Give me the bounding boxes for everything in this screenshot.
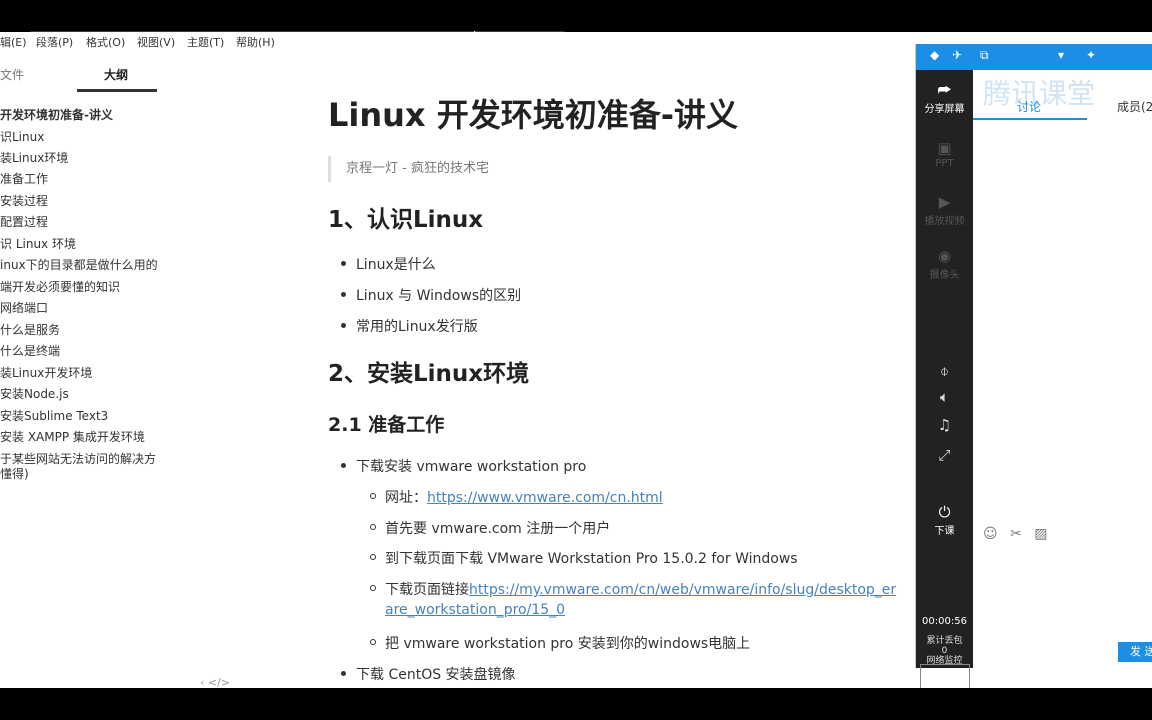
list-item: 到下载页面下载 VMware Workstation Pro 15.0.2 fo… xyxy=(370,548,798,568)
sub-bullet-icon xyxy=(370,493,376,499)
menu-view[interactable]: 视图(V) xyxy=(137,34,175,50)
heading-2: 2、安装Linux环境 xyxy=(328,361,530,387)
speaker-icon[interactable]: 🔈︎ xyxy=(916,388,973,406)
microphone-icon[interactable]: ⌽ xyxy=(916,362,973,380)
thumbtack-icon[interactable]: ✦ xyxy=(1086,48,1096,62)
outline-item[interactable]: 装Linux开发环境 xyxy=(0,364,92,381)
typora-window: 辑(E) 段落(P) 格式(O) 视图(V) 主题(T) 帮助(H) 文件 大纲… xyxy=(0,32,1152,688)
doc-title: Linux 开发环境初准备-讲义 xyxy=(328,96,738,134)
vmware-link[interactable]: https://www.vmware.com/cn.html xyxy=(427,490,663,506)
end-class-button[interactable]: ⏻ 下课 xyxy=(916,504,973,537)
list-item: Linux是什么 xyxy=(341,254,436,274)
class-timer: 00:00:56 xyxy=(922,616,967,627)
heading-1: 1、认识Linux xyxy=(328,207,484,233)
outline-item[interactable]: 懂得) xyxy=(0,465,29,482)
list-item: 下载页面链接https://my.vmware.com/cn/web/vmwar… xyxy=(370,579,896,599)
outline-item[interactable]: 开发环境初准备-讲义 xyxy=(0,106,113,123)
ppt-icon: ▣ xyxy=(937,139,952,157)
ppt-button[interactable]: ▣ PPT xyxy=(916,140,973,169)
play-icon: ▶ xyxy=(938,193,951,211)
heading-2-1: 2.1 准备工作 xyxy=(328,414,445,436)
chat-area: 腾讯课堂 讨论 成员(2 ☺ ✂ ▨ 发 送 xyxy=(973,70,1152,668)
scissors-icon[interactable]: ✂ xyxy=(1010,526,1022,542)
outline-item[interactable]: 什么是服务 xyxy=(0,321,60,338)
share-icon: ⮫ xyxy=(937,81,952,99)
tencent-classroom-panel: ◆ ✈ ⧉ ▾ ✦ ⮫ 分享屏幕 ▣ PPT ▶ 播放视频 ◉ 摄像头 ⌽ 🔈︎ ♫ ⤢ xyxy=(915,44,1152,688)
menu-theme[interactable]: 主题(T) xyxy=(187,34,224,50)
tab-discussion[interactable]: 讨论 xyxy=(1017,98,1041,115)
bullet-icon xyxy=(341,323,346,328)
list-item-continuation: are_workstation_pro/15_0 xyxy=(385,602,565,618)
share-screen-button[interactable]: ⮫ 分享屏幕 xyxy=(916,82,973,115)
list-item: Linux 与 Windows的区别 xyxy=(341,285,521,305)
outline-item[interactable]: 安装过程 xyxy=(0,192,48,209)
bullet-icon xyxy=(341,463,346,468)
list-item: 常用的Linux发行版 xyxy=(341,316,478,336)
pin-icon[interactable]: ◆ xyxy=(930,48,939,62)
network-monitor-box xyxy=(920,664,970,688)
menu-paragraph[interactable]: 段落(P) xyxy=(36,34,73,50)
tab-active-indicator xyxy=(77,89,157,92)
outline-item[interactable]: 安装Node.js xyxy=(0,385,69,402)
tab-outline[interactable]: 大纲 xyxy=(104,66,128,83)
packet-loss-value: 0 xyxy=(941,646,948,656)
control-rail: ⮫ 分享屏幕 ▣ PPT ▶ 播放视频 ◉ 摄像头 ⌽ 🔈︎ ♫ ⤢ ⏻ 下课 00:00… xyxy=(916,70,973,688)
screen-bottom-bar xyxy=(0,688,1152,720)
window-icon[interactable]: ⧉ xyxy=(980,48,989,63)
menu-edit[interactable]: 辑(E) xyxy=(0,34,27,50)
emoji-icon[interactable]: ☺ xyxy=(983,526,998,542)
sub-bullet-icon xyxy=(370,524,376,530)
packet-loss-label: 累计丢包 xyxy=(926,636,963,646)
outline-item[interactable]: 什么是终端 xyxy=(0,342,60,359)
outline-item[interactable]: 配置过程 xyxy=(0,213,48,230)
menu-help[interactable]: 帮助(H) xyxy=(236,34,275,50)
tab-files[interactable]: 文件 xyxy=(0,66,24,83)
bullet-icon xyxy=(341,292,346,297)
list-item: 下载安装 vmware workstation pro xyxy=(341,456,586,476)
fullscreen-icon[interactable]: ⤢ xyxy=(916,446,973,464)
download-link-continued[interactable]: are_workstation_pro/15_0 xyxy=(385,602,565,618)
sidebar-footer-nav[interactable]: ‹ </> xyxy=(200,676,230,688)
menu-format[interactable]: 格式(O) xyxy=(86,34,125,50)
tab-members[interactable]: 成员(2 xyxy=(1117,98,1152,115)
list-item: 把 vmware workstation pro 安装到你的windows电脑上 xyxy=(370,633,750,653)
power-icon: ⏻ xyxy=(938,503,951,521)
panel-toolbar: ◆ ✈ ⧉ ▾ ✦ xyxy=(916,44,1152,70)
doc-quote: 京程一灯 - 疯狂的技术宅 xyxy=(328,156,489,182)
outline-item[interactable]: 端开发必须要懂的知识 xyxy=(0,278,120,295)
outline-item[interactable]: inux下的目录都是做什么用的 xyxy=(0,256,158,273)
screen-top-bar xyxy=(0,0,1152,34)
bullet-icon xyxy=(341,671,346,676)
sub-bullet-icon xyxy=(370,585,376,591)
sub-bullet-icon xyxy=(370,639,376,645)
list-item: 下载 CentOS 安装盘镜像 xyxy=(341,664,516,684)
outline-item[interactable]: 安装 XAMPP 集成开发环境 xyxy=(0,428,145,445)
image-icon[interactable]: ▨ xyxy=(1034,526,1047,542)
list-item: 网址：https://www.vmware.com/cn.html xyxy=(370,487,663,507)
music-icon[interactable]: ♫ xyxy=(916,416,973,434)
bullet-icon xyxy=(341,261,346,266)
outline-item[interactable]: 装Linux环境 xyxy=(0,149,68,166)
outline-item[interactable]: 识 Linux 环境 xyxy=(0,235,76,252)
send-button[interactable]: 发 送 xyxy=(1118,642,1152,662)
chat-tab-indicator xyxy=(973,118,1087,120)
download-link[interactable]: https://my.vmware.com/cn/web/vmware/info… xyxy=(469,582,896,598)
plane-icon[interactable]: ✈ xyxy=(952,48,962,62)
outline-item[interactable]: 网络端口 xyxy=(0,299,48,316)
outline-item[interactable]: 识Linux xyxy=(0,128,44,145)
camera-icon: ◉ xyxy=(937,247,952,265)
list-item: 首先要 vmware.com 注册一个用户 xyxy=(370,518,610,538)
dropdown-icon[interactable]: ▾ xyxy=(1058,48,1064,62)
document-editor[interactable]: Linux 开发环境初准备-讲义 京程一灯 - 疯狂的技术宅 1、认识Linux… xyxy=(300,32,915,688)
sub-bullet-icon xyxy=(370,554,376,560)
chat-tools: ☺ ✂ ▨ xyxy=(983,526,1055,542)
camera-button[interactable]: ◉ 摄像头 xyxy=(916,248,973,281)
sidebar-tabs: 文件 大纲 xyxy=(0,58,160,92)
play-video-button[interactable]: ▶ 播放视频 xyxy=(916,194,973,227)
outline-item[interactable]: 准备工作 xyxy=(0,170,48,187)
outline-item[interactable]: 安装Sublime Text3 xyxy=(0,407,108,424)
